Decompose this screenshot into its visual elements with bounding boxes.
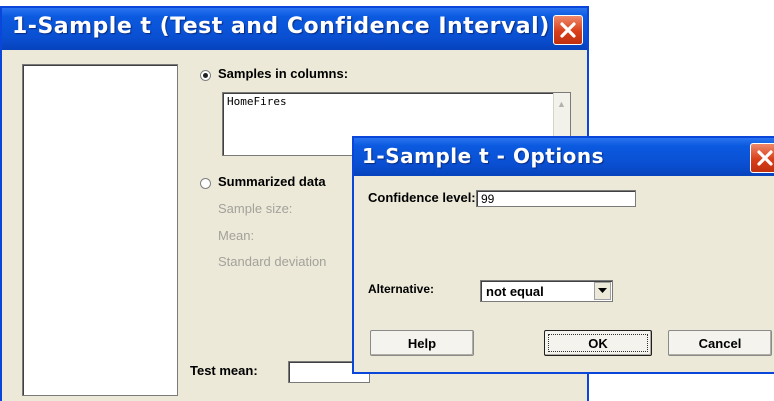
help-button-label: Help (407, 335, 437, 351)
samples-columns-value: HomeFires (227, 95, 287, 108)
variable-list[interactable] (22, 64, 178, 396)
alternative-label: Alternative: (368, 282, 435, 296)
summarized-data-label: Summarized data (218, 174, 326, 189)
confidence-level-label: Confidence level: (368, 190, 476, 205)
main-close-button[interactable] (553, 15, 583, 45)
options-close-button[interactable] (750, 143, 774, 173)
main-title-bar[interactable]: 1-Sample t (Test and Confidence Interval… (2, 8, 587, 50)
scroll-up-icon[interactable]: ▲ (557, 99, 566, 109)
samples-in-columns-radio[interactable] (200, 70, 211, 81)
alternative-value: not equal (486, 284, 544, 299)
options-title-bar[interactable]: 1-Sample t - Options (354, 138, 774, 176)
sample-size-label: Sample size: (218, 201, 293, 216)
test-mean-label: Test mean: (190, 363, 258, 378)
mean-label: Mean: (218, 228, 255, 243)
close-icon (757, 150, 773, 166)
alternative-select[interactable]: not equal (480, 280, 613, 302)
cancel-button[interactable]: Cancel (668, 330, 772, 356)
ok-button[interactable]: OK (544, 330, 652, 356)
main-dialog-title: 1-Sample t (Test and Confidence Interval… (12, 14, 550, 39)
ok-focus-ring (548, 334, 648, 352)
standard-deviation-label: Standard deviation (218, 254, 327, 269)
help-button[interactable]: Help (370, 330, 474, 356)
confidence-level-input[interactable]: 99 (476, 190, 636, 207)
chevron-down-icon[interactable] (594, 282, 611, 300)
close-icon (560, 22, 576, 38)
summarized-data-radio[interactable] (200, 178, 211, 189)
options-dialog: 1-Sample t - Options Confidence level: 9… (352, 136, 774, 374)
samples-in-columns-label: Samples in columns: (218, 66, 349, 81)
options-dialog-title: 1-Sample t - Options (362, 144, 605, 168)
cancel-button-label: Cancel (698, 335, 742, 351)
